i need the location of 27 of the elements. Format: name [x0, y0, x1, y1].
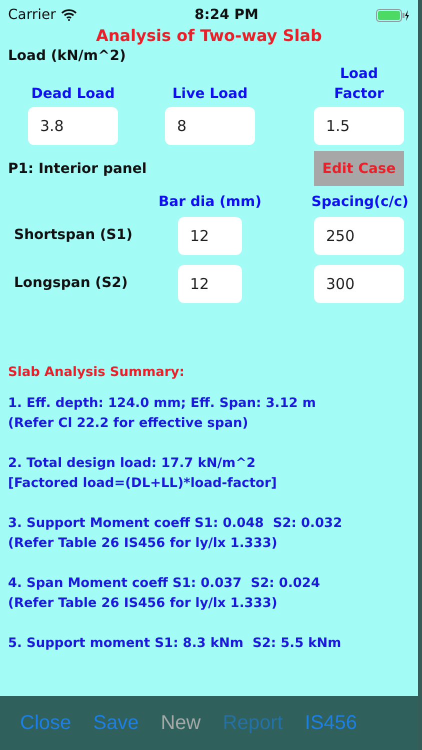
- input-field[interactable]: 12: [178, 217, 242, 255]
- input-field[interactable]: 12: [178, 265, 242, 303]
- input-field[interactable]: 8: [165, 107, 255, 145]
- section-label: Load (kN/m^2): [7, 48, 127, 64]
- summary-item: 3. Support Moment coeff S1: 0.048 S2: 0.032 (Refer Table 26 IS456 for ly/lx 1.333): [8, 515, 344, 553]
- row-label: Longspan (S2): [13, 274, 129, 290]
- summary-item: 4. Span Moment coeff S1: 0.037 S2: 0.024 (Refer Table 26 IS456 for ly/lx 1.333): [8, 575, 322, 613]
- summary-title: Slab Analysis Summary:: [8, 365, 186, 380]
- field-label: Dead Load: [30, 85, 116, 104]
- panel-label: P1: Interior panel: [7, 160, 148, 176]
- battery-icon: [376, 8, 410, 22]
- column-header: Spacing(c/c): [310, 193, 410, 212]
- summary-item: 1. Eff. depth: 124.0 mm; Eff. Span: 3.12 m (Refer Cl 22.2 for effective span): [8, 395, 317, 433]
- row-label: Shortspan (S1): [13, 226, 134, 242]
- column-header: Bar dia (mm): [157, 193, 262, 212]
- field-label: Load Factor: [333, 65, 385, 104]
- screen-title: Analysis of Two-way Slab: [94, 26, 324, 45]
- field-label: Live Load: [171, 85, 249, 104]
- input-field[interactable]: 250: [314, 217, 404, 255]
- input-field[interactable]: 1.5: [314, 107, 404, 145]
- carrier-label: Carrier: [8, 7, 56, 23]
- wifi-icon: [60, 9, 77, 21]
- summary-item: 5. Support moment S1: 8.3 kNm S2: 5.5 kNm: [8, 635, 342, 653]
- clock-time: 8:24 PM: [194, 7, 258, 23]
- summary-item: 2. Total design load: 17.7 kN/m^2 [Factored load=(DL+LL)*load-factor]: [8, 455, 278, 493]
- input-field[interactable]: 300: [314, 265, 404, 303]
- input-field[interactable]: 3.8: [28, 107, 118, 145]
